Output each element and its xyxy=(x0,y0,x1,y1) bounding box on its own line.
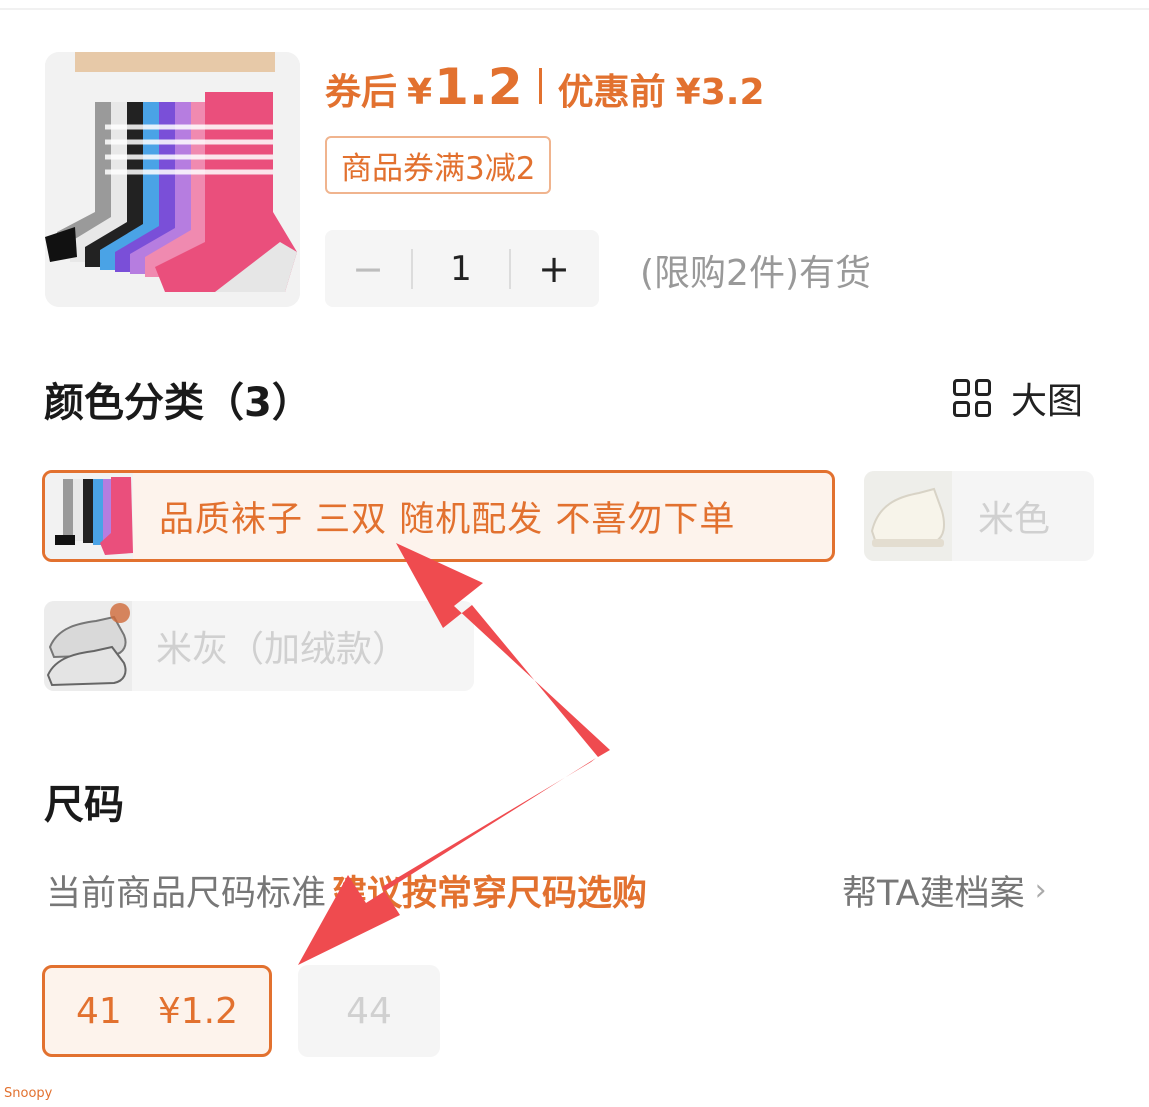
size-price: ¥1.2 xyxy=(157,990,238,1032)
price-separator xyxy=(538,68,542,104)
color-section-title: 颜色分类（3） xyxy=(44,380,312,426)
after-coupon-label: 券后 xyxy=(325,72,398,113)
grey-shoe-thumbnail xyxy=(44,601,132,691)
decrease-button[interactable]: − xyxy=(325,247,411,291)
color-option-grey-fleece[interactable]: 米灰（加绒款） xyxy=(44,601,474,691)
size-hint-highlight: 建议按常穿尺码选购 xyxy=(332,874,648,914)
size-option-44[interactable]: 44 xyxy=(298,965,440,1057)
watermark: Snoopy xyxy=(4,1086,53,1101)
create-profile-link[interactable]: 帮TA建档案 › xyxy=(842,865,1047,916)
color-option-label: 品质袜子 三双 随机配发 不喜勿下单 xyxy=(159,499,736,540)
after-coupon-price: 1.2 xyxy=(434,58,523,116)
color-option-label: 米灰（加绒款） xyxy=(156,629,409,670)
product-image[interactable] xyxy=(45,52,300,307)
chevron-right-icon: › xyxy=(1034,873,1047,908)
size-section-title: 尺码 xyxy=(44,782,124,828)
top-divider xyxy=(0,8,1149,10)
price-row: 券后 ¥ 1.2 优惠前 ¥3.2 xyxy=(325,58,765,116)
big-picture-toggle[interactable]: 大图 xyxy=(953,372,1083,424)
coupon-tag[interactable]: 商品券满3减2 xyxy=(325,136,552,194)
stock-status: (限购2件)有货 xyxy=(640,253,871,294)
color-option-socks[interactable]: 品质袜子 三双 随机配发 不喜勿下单 xyxy=(42,470,835,562)
increase-button[interactable]: + xyxy=(511,247,597,291)
size-option-41[interactable]: 41 ¥1.2 xyxy=(42,965,272,1057)
color-option-label: 米色 xyxy=(978,499,1051,540)
quantity-stepper: − 1 + xyxy=(325,230,599,307)
size-hint-text: 当前商品尺码标准 xyxy=(46,874,327,914)
grid-icon xyxy=(953,379,991,417)
size-label: 41 xyxy=(76,990,122,1032)
socks-thumbnail xyxy=(45,473,133,559)
socks-illustration xyxy=(45,52,300,307)
currency-symbol: ¥ xyxy=(407,72,433,113)
beige-shoe-thumbnail xyxy=(864,471,952,561)
quantity-value[interactable]: 1 xyxy=(413,249,509,289)
before-discount-price: ¥3.2 xyxy=(675,72,765,113)
red-annotation-arrow-icon xyxy=(298,758,596,965)
big-picture-label: 大图 xyxy=(1011,381,1084,422)
create-profile-label: 帮TA建档案 xyxy=(842,874,1025,914)
size-hint: 当前商品尺码标准 建议按常穿尺码选购 xyxy=(46,865,647,916)
size-label: 44 xyxy=(346,990,392,1032)
before-discount-label: 优惠前 xyxy=(557,72,666,113)
color-option-beige[interactable]: 米色 xyxy=(864,471,1094,561)
